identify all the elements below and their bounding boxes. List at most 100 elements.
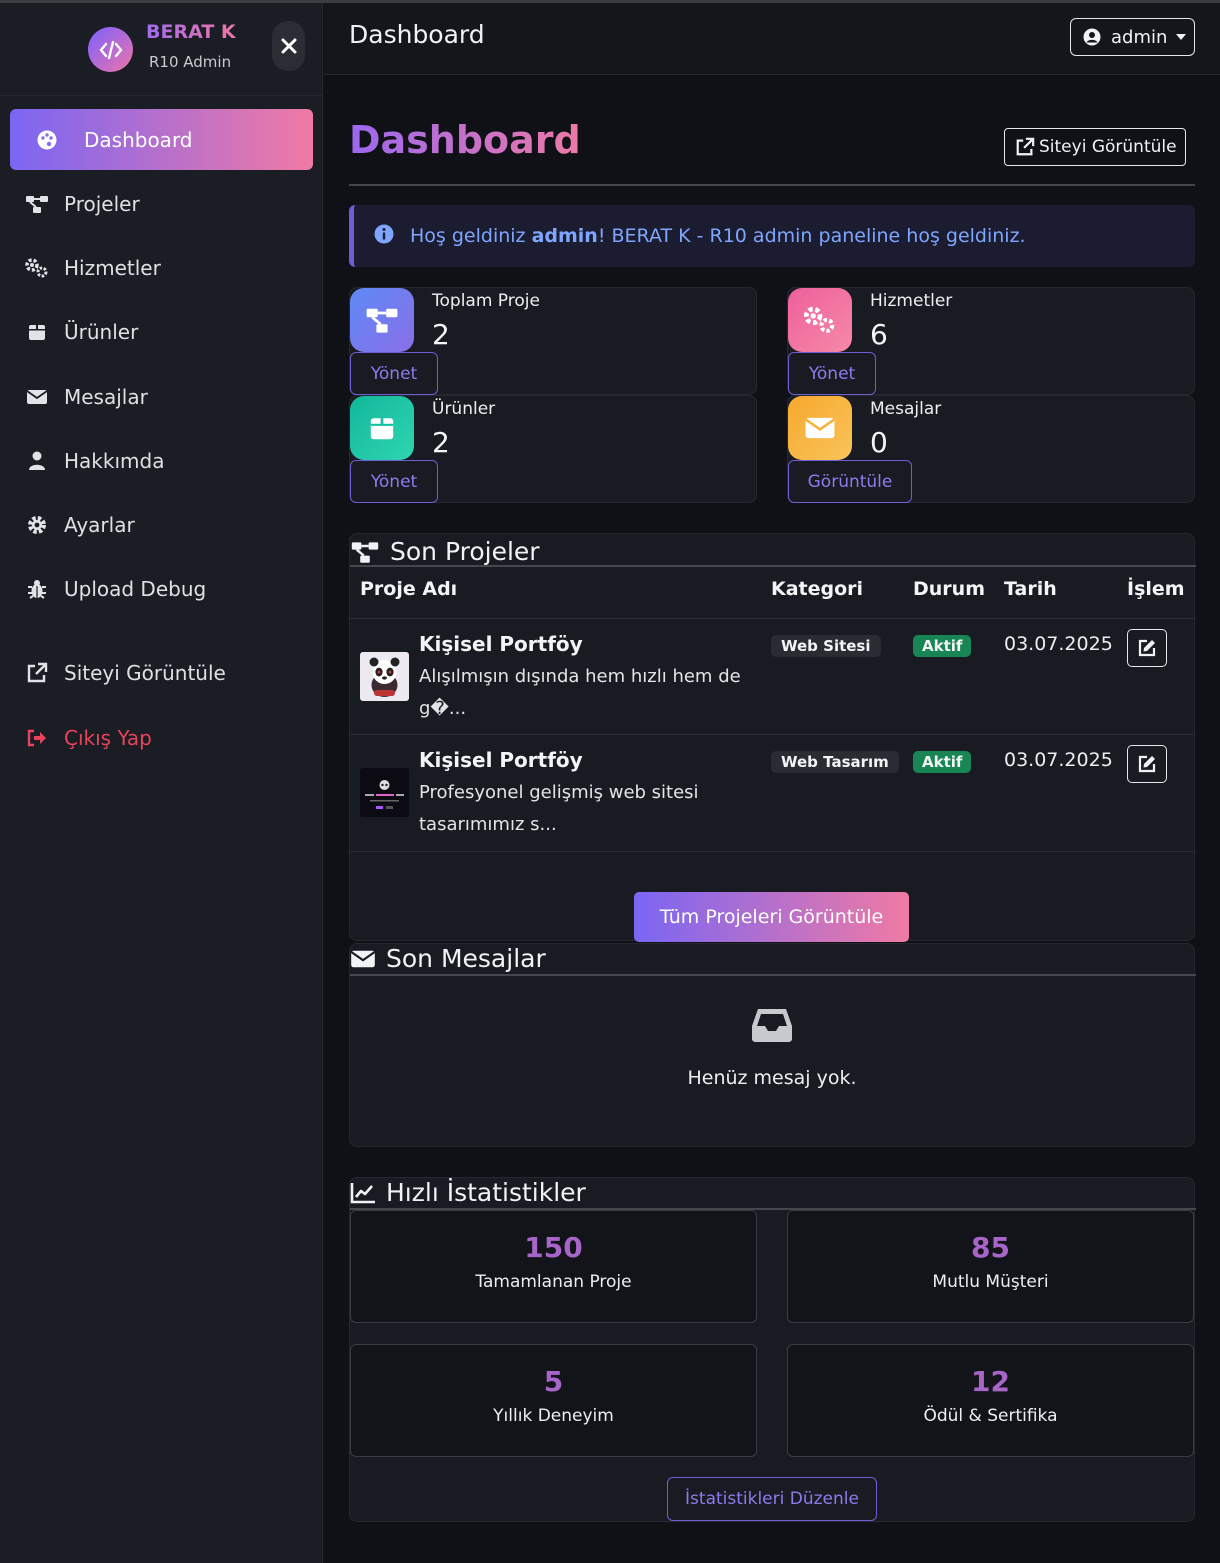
sidebar-item-ayarlar[interactable]: Ayarlar <box>10 494 313 555</box>
edit-icon <box>1138 755 1156 773</box>
sidebar-item-mesajlar[interactable]: Mesajlar <box>10 366 313 427</box>
table-divider <box>349 734 1195 735</box>
quick-stat-value: 12 <box>971 1365 1010 1398</box>
manage-services-button[interactable]: Yönet <box>788 352 876 395</box>
stat-card-services: Hizmetler 6 Yönet <box>787 287 1195 395</box>
project-date: 03.07.2025 <box>1004 749 1113 771</box>
palette-icon <box>10 130 84 150</box>
alert-suffix: ! BERAT K - R10 admin paneline hoş geldi… <box>597 225 1026 247</box>
edit-project-button[interactable] <box>1127 629 1167 667</box>
gear-icon <box>10 515 64 535</box>
sidebar-item-label: Ürünler <box>64 319 139 344</box>
sidebar-item-cikis-yap[interactable]: Çıkış Yap <box>10 707 313 768</box>
sidebar-item-dashboard[interactable]: Dashboard <box>10 109 313 170</box>
column-header: Tarih <box>1004 578 1057 600</box>
stat-label: Mesajlar <box>870 399 942 419</box>
view-all-projects-button[interactable]: Tüm Projeleri Görüntüle <box>634 892 909 942</box>
sidebar-item-label: Hizmetler <box>64 255 161 280</box>
user-menu-label: admin <box>1111 26 1168 48</box>
project-date: 03.07.2025 <box>1004 633 1113 655</box>
sidebar-item-label: Hakkımda <box>64 448 165 473</box>
sidebar-item-projeler[interactable]: Projeler <box>10 173 313 234</box>
sidebar-item-hizmetler[interactable]: Hizmetler <box>10 237 313 298</box>
project-thumbnail <box>360 768 409 817</box>
sidebar-item-urunler[interactable]: Ürünler <box>10 301 313 362</box>
stat-label: Toplam Proje <box>432 291 540 311</box>
title-divider <box>349 184 1195 186</box>
brand: BERAT K R10 Admin <box>0 3 323 96</box>
sidebar-item-hakkimda[interactable]: Hakkımda <box>10 430 313 491</box>
column-header: Proje Adı <box>360 578 458 600</box>
alert-user: admin <box>531 225 598 247</box>
close-icon <box>281 38 296 54</box>
envelope-icon <box>788 396 852 460</box>
empty-messages-text: Henüz mesaj yok. <box>687 1067 857 1089</box>
cogs-icon <box>788 288 852 352</box>
table-divider <box>349 851 1195 852</box>
stat-value: 2 <box>432 426 450 459</box>
cogs-icon <box>10 257 64 279</box>
manage-projects-button[interactable]: Yönet <box>350 352 438 395</box>
quick-stat-value: 150 <box>524 1231 583 1264</box>
quick-stat-label: Ödül & Sertifika <box>923 1406 1058 1426</box>
quick-stat-card: 150 Tamamlanan Proje <box>350 1210 757 1323</box>
stat-label: Hizmetler <box>870 291 953 311</box>
quick-stat-label: Yıllık Deneyim <box>493 1406 614 1426</box>
edit-project-button[interactable] <box>1127 745 1167 783</box>
sidebar: BERAT K R10 Admin Dashboard Projeler Hiz… <box>0 3 323 1563</box>
project-diagram-icon <box>351 541 379 563</box>
edit-stats-button[interactable]: İstatistikleri Düzenle <box>667 1477 877 1521</box>
header-title: Dashboard <box>349 20 485 49</box>
sidebar-item-label: Upload Debug <box>64 576 207 601</box>
quick-stat-card: 85 Mutlu Müşteri <box>787 1210 1194 1323</box>
panel-title: Hızlı İstatistikler <box>386 1178 586 1207</box>
stat-card-products: Ürünler 2 Yönet <box>349 395 757 503</box>
quick-stat-label: Tamamlanan Proje <box>475 1272 632 1292</box>
page-title: Dashboard <box>349 118 581 162</box>
chart-line-icon <box>350 1182 375 1203</box>
sidebar-item-label: Siteyi Görüntüle <box>64 660 226 685</box>
category-badge: Web Tasarım <box>771 751 899 773</box>
code-logo-icon <box>88 27 133 72</box>
envelope-icon <box>10 388 64 406</box>
project-diagram-icon <box>10 194 64 214</box>
info-circle-icon <box>374 224 394 249</box>
envelope-icon <box>350 950 376 967</box>
sidebar-item-upload-debug[interactable]: Upload Debug <box>10 558 313 619</box>
status-badge: Aktif <box>913 751 972 773</box>
project-name: Kişisel Portföy <box>419 632 583 656</box>
brand-title: BERAT K <box>146 21 236 43</box>
view-messages-button[interactable]: Görüntüle <box>788 460 912 503</box>
stat-value: 0 <box>870 426 888 459</box>
box-icon <box>350 396 414 460</box>
view-site-button[interactable]: Siteyi Görüntüle <box>1004 128 1186 166</box>
edit-icon <box>1138 639 1156 657</box>
view-site-label: Siteyi Görüntüle <box>1039 137 1177 157</box>
manage-products-button[interactable]: Yönet <box>350 460 438 503</box>
sidebar-item-label: Projeler <box>64 191 140 216</box>
user-circle-icon <box>1083 28 1101 46</box>
category-badge: Web Sitesi <box>771 635 881 657</box>
panel-header: Son Projeler <box>350 537 540 566</box>
panel-title: Son Mesajlar <box>386 944 546 973</box>
chevron-down-icon <box>1176 34 1187 40</box>
welcome-alert: Hoş geldiniz admin! BERAT K - R10 admin … <box>349 205 1195 267</box>
sidebar-item-siteyi-goruntule[interactable]: Siteyi Görüntüle <box>10 642 313 703</box>
external-link-icon <box>1016 137 1035 156</box>
user-icon <box>10 451 64 471</box>
close-sidebar-button[interactable] <box>272 21 305 71</box>
quick-stat-label: Mutlu Müşteri <box>932 1272 1049 1292</box>
panel-title: Son Projeler <box>390 537 540 566</box>
column-header: İşlem <box>1127 578 1185 600</box>
brand-subtitle: R10 Admin <box>149 53 232 71</box>
project-thumbnail <box>360 652 409 701</box>
stat-value: 6 <box>870 318 888 351</box>
panel-divider <box>350 565 1196 567</box>
column-header: Durum <box>913 578 985 600</box>
user-menu-button[interactable]: admin <box>1070 18 1195 56</box>
inbox-icon <box>750 1006 794 1048</box>
panel-header: Son Mesajlar <box>350 944 546 973</box>
column-header: Kategori <box>771 578 864 600</box>
stat-card-messages: Mesajlar 0 Görüntüle <box>787 395 1195 503</box>
quick-stat-card: 5 Yıllık Deneyim <box>350 1344 757 1457</box>
